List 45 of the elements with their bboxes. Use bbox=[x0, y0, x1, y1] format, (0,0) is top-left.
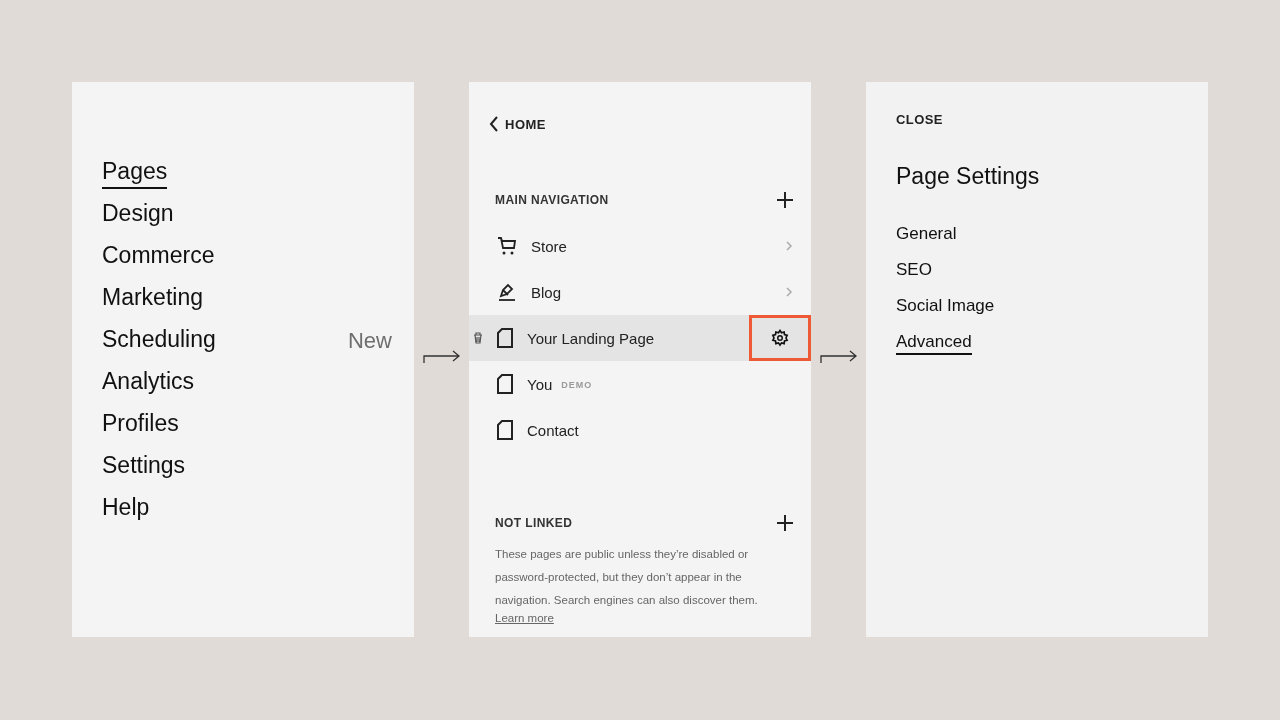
page-settings-option[interactable]: General bbox=[896, 224, 957, 247]
page-icon bbox=[497, 374, 513, 394]
menu-item[interactable]: Commerce bbox=[102, 241, 215, 273]
page-title: Contact bbox=[527, 421, 579, 439]
settings-button[interactable] bbox=[749, 315, 811, 361]
menu-item[interactable]: Analytics bbox=[102, 367, 195, 399]
menu-item[interactable]: Scheduling bbox=[102, 325, 216, 357]
navigation-item[interactable]: Your Landing Page bbox=[469, 315, 811, 361]
navigation-item[interactable]: You DEMO bbox=[469, 361, 811, 407]
menu-item[interactable]: Marketing bbox=[102, 283, 203, 315]
home-link[interactable]: HOME bbox=[489, 116, 546, 132]
panel-title: Page Settings bbox=[896, 163, 1041, 190]
add-button[interactable] bbox=[777, 515, 793, 531]
pen-icon bbox=[497, 282, 517, 302]
demo-tag: DEMO bbox=[561, 380, 593, 390]
section-title: MAIN NAVIGATION bbox=[495, 193, 609, 207]
gear-icon bbox=[771, 329, 789, 347]
menu-item[interactable]: Pages bbox=[102, 157, 168, 189]
add-button[interactable] bbox=[777, 192, 793, 208]
menu-item[interactable]: Help bbox=[102, 493, 150, 525]
arrow-icon bbox=[819, 350, 858, 364]
page-title: Store bbox=[531, 237, 567, 255]
arrow-icon bbox=[422, 350, 461, 364]
menu-item[interactable]: Design bbox=[102, 199, 174, 231]
navigation-item[interactable]: Contact bbox=[469, 407, 811, 453]
menu-item[interactable]: Profiles bbox=[102, 409, 179, 441]
cart-icon bbox=[497, 236, 517, 256]
trash-icon[interactable] bbox=[473, 332, 483, 344]
learn-more-link[interactable]: Learn more bbox=[495, 612, 554, 624]
page-settings-option[interactable]: Advanced bbox=[896, 332, 972, 355]
menu-item[interactable]: Settings bbox=[102, 451, 186, 483]
page-icon bbox=[497, 328, 513, 348]
close-link[interactable]: CLOSE bbox=[896, 112, 943, 127]
navigation-item[interactable]: Blog bbox=[469, 269, 811, 315]
back-icon bbox=[489, 116, 499, 132]
page-title: You bbox=[527, 375, 553, 393]
page-title: Blog bbox=[531, 283, 562, 301]
navigation-item[interactable]: Store bbox=[469, 223, 811, 269]
section-title: NOT LINKED bbox=[495, 516, 573, 530]
page-title: Your Landing Page bbox=[527, 329, 655, 347]
description-text: These pages are public unless they’re disabled or password-protected, but they don’t appear in the navigation. Search engines can also discover them. bbox=[495, 547, 759, 608]
page-settings-option[interactable]: SEO bbox=[896, 260, 932, 283]
page-icon bbox=[497, 420, 513, 440]
page-settings-option[interactable]: Social Image bbox=[896, 296, 995, 319]
new-label: New bbox=[348, 328, 392, 354]
